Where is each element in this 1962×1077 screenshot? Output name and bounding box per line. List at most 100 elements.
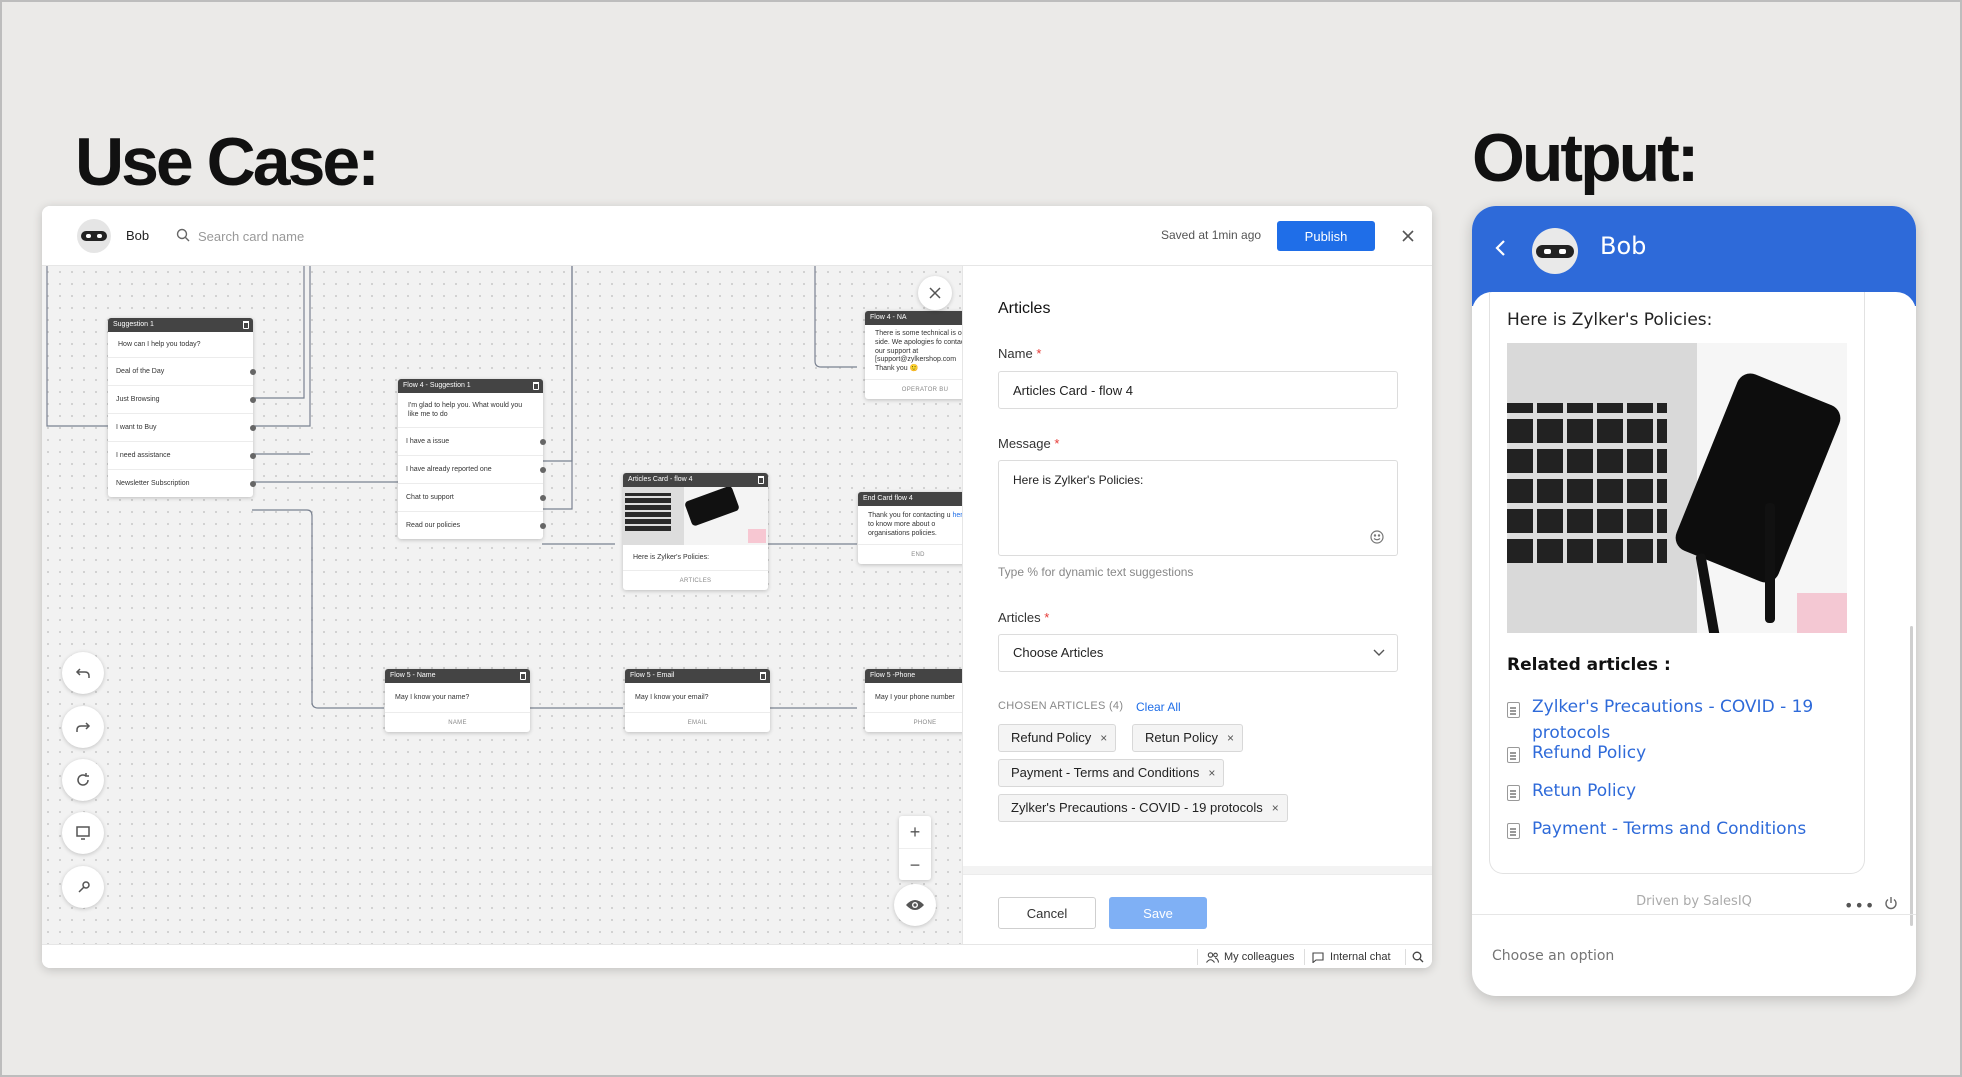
document-icon <box>1507 823 1520 839</box>
emoji-icon[interactable] <box>1369 529 1385 545</box>
bot-message: Here is Zylker's Policies: <box>1507 310 1713 330</box>
widget-bot-name: Bob <box>1600 232 1647 260</box>
card-type-label: OPERATOR BU <box>865 378 962 399</box>
chat-icon <box>1312 952 1324 963</box>
policy-link[interactable]: here <box>952 512 962 519</box>
chat-body: Here is Zylker's Policies: Related artic… <box>1472 292 1916 922</box>
name-label: Name * <box>998 346 1042 361</box>
articles-image <box>1507 343 1847 633</box>
card-type-label: NAME <box>385 712 530 732</box>
refresh-button[interactable] <box>62 759 104 801</box>
close-panel-button[interactable] <box>918 276 952 310</box>
people-icon <box>1206 952 1219 963</box>
trash-icon[interactable] <box>243 321 249 329</box>
name-field[interactable] <box>998 371 1398 409</box>
card-option[interactable]: Just Browsing <box>108 385 256 413</box>
clear-all-link[interactable]: Clear All <box>1136 700 1181 714</box>
trash-icon[interactable] <box>758 476 764 484</box>
flow-canvas[interactable]: Suggestion 1 How can I help you today? D… <box>42 266 962 944</box>
view-button[interactable] <box>894 884 936 926</box>
card-option[interactable]: I need assistance <box>108 441 256 469</box>
card-option[interactable]: Chat to support <box>398 483 546 511</box>
document-icon <box>1507 702 1520 718</box>
card-type-label: END <box>858 544 962 564</box>
card-message: May I your phone number <box>875 694 955 701</box>
search-icon[interactable] <box>1412 951 1424 963</box>
article-link[interactable]: Refund Policy <box>1532 740 1852 766</box>
preview-button[interactable] <box>62 812 104 854</box>
back-arrow-icon[interactable] <box>1494 238 1508 258</box>
card-type-label: EMAIL <box>625 712 770 732</box>
suggestion-card[interactable]: Suggestion 1 How can I help you today? D… <box>108 318 256 498</box>
chosen-articles-label: CHOSEN ARTICLES (4) <box>998 700 1124 712</box>
operator-card[interactable]: Flow 4 - NA There is some technical is o… <box>865 311 962 399</box>
settings-button[interactable] <box>62 866 104 908</box>
remove-chip-icon[interactable]: × <box>1100 725 1107 751</box>
internal-chat-button[interactable]: Internal chat <box>1312 951 1391 963</box>
card-title: Flow 5 -Phone <box>870 672 916 679</box>
email-card[interactable]: Flow 5 - Email May I know your email? EM… <box>625 669 770 733</box>
card-title: Flow 5 - Name <box>390 672 436 679</box>
cancel-button[interactable]: Cancel <box>998 897 1096 929</box>
article-link[interactable]: Payment - Terms and Conditions <box>1532 816 1852 842</box>
remove-chip-icon[interactable]: × <box>1208 760 1215 786</box>
zoom-in-button[interactable]: + <box>899 816 931 848</box>
trash-icon[interactable] <box>533 382 539 390</box>
output-heading: Output: <box>1472 120 1699 196</box>
required-mark: * <box>1054 436 1060 451</box>
article-chip: Zylker's Precautions - COVID - 19 protoc… <box>998 794 1288 822</box>
card-option[interactable]: Deal of the Day <box>108 357 256 385</box>
remove-chip-icon[interactable]: × <box>1272 795 1279 821</box>
card-option[interactable]: Read our policies <box>398 511 546 539</box>
bot-builder-window: Bob Saved at 1min ago Publish Suggestion… <box>42 206 1432 968</box>
article-link[interactable]: Zylker's Precautions - COVID - 19 protoc… <box>1532 694 1852 746</box>
remove-chip-icon[interactable]: × <box>1227 725 1234 751</box>
card-option[interactable]: I want to Buy <box>108 413 256 441</box>
publish-button[interactable]: Publish <box>1277 221 1375 251</box>
eye-icon <box>906 900 924 910</box>
articles-select-value: Choose Articles <box>1013 645 1104 660</box>
wrench-icon <box>78 881 90 893</box>
card-option[interactable]: I have a issue <box>398 427 546 455</box>
articles-select[interactable]: Choose Articles <box>998 634 1398 672</box>
message-text: Here is Zylker's Policies: <box>1013 473 1144 487</box>
card-option[interactable]: I have already reported one <box>398 455 546 483</box>
document-icon <box>1507 747 1520 763</box>
refresh-icon <box>77 773 89 786</box>
redo-icon <box>76 722 91 732</box>
undo-button[interactable] <box>62 652 104 694</box>
article-link[interactable]: Retun Policy <box>1532 778 1852 804</box>
trash-icon[interactable] <box>520 672 526 680</box>
redo-button[interactable] <box>62 706 104 748</box>
card-message: I'm glad to help you. What would you lik… <box>408 402 523 419</box>
suggestion-card[interactable]: Flow 4 - Suggestion 1 I'm glad to help y… <box>398 379 546 540</box>
widget-header: Bob <box>1472 206 1916 306</box>
undo-icon <box>75 668 90 678</box>
trash-icon[interactable] <box>760 672 766 680</box>
close-icon[interactable] <box>1398 226 1418 246</box>
search-card-input[interactable] <box>198 224 458 248</box>
my-colleagues-button[interactable]: My colleagues <box>1206 951 1294 963</box>
panel-footer: Cancel Save <box>963 866 1432 944</box>
save-button[interactable]: Save <box>1109 897 1207 929</box>
saved-status: Saved at 1min ago <box>1161 228 1262 242</box>
more-options-icon[interactable]: ••• <box>1844 896 1875 915</box>
card-title: Flow 5 - Email <box>630 672 675 679</box>
chat-scrollbar[interactable] <box>1910 626 1913 926</box>
power-icon[interactable] <box>1884 896 1898 910</box>
phone-card[interactable]: Flow 5 -Phone May I your phone number PH… <box>865 669 962 733</box>
bot-avatar <box>77 219 111 253</box>
end-card[interactable]: End Card flow 4 Thank you for contacting… <box>858 492 962 565</box>
article-image <box>623 487 768 545</box>
message-field[interactable]: Here is Zylker's Policies: <box>998 460 1398 556</box>
status-bar: My colleagues Internal chat <box>42 944 1432 968</box>
articles-card[interactable]: Articles Card - flow 4 Here is Zylker's … <box>623 473 768 591</box>
zoom-out-button[interactable]: − <box>899 848 931 880</box>
name-card[interactable]: Flow 5 - Name May I know your name? NAME <box>385 669 530 733</box>
chat-input[interactable] <box>1472 914 1916 996</box>
card-option[interactable]: Newsletter Subscription <box>108 469 256 497</box>
articles-message-card: Here is Zylker's Policies: Related artic… <box>1489 292 1865 874</box>
card-type-label: PHONE <box>865 712 962 732</box>
chevron-down-icon <box>1373 649 1385 656</box>
article-chip: Retun Policy × <box>1132 724 1243 752</box>
